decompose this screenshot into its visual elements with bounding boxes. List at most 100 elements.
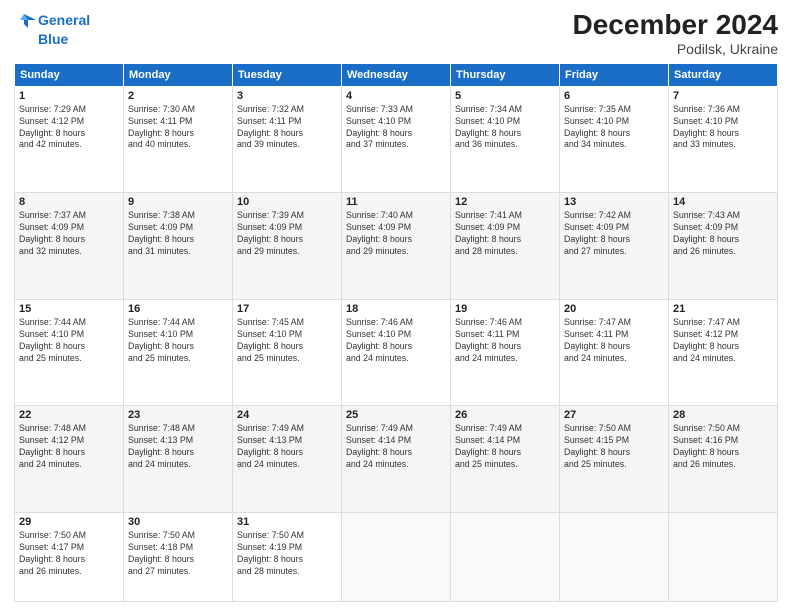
page-title: December 2024 — [573, 10, 778, 41]
cell-content: Sunrise: 7:33 AMSunset: 4:10 PMDaylight:… — [346, 104, 446, 152]
cell-content: Sunrise: 7:42 AMSunset: 4:09 PMDaylight:… — [564, 210, 664, 258]
weekday-header-sunday: Sunday — [15, 63, 124, 86]
cell-content: Sunrise: 7:50 AMSunset: 4:18 PMDaylight:… — [128, 530, 228, 578]
page: General Blue December 2024 Podilsk, Ukra… — [0, 0, 792, 612]
calendar-week-1: 1Sunrise: 7:29 AMSunset: 4:12 PMDaylight… — [15, 86, 778, 193]
cell-content: Sunrise: 7:49 AMSunset: 4:13 PMDaylight:… — [237, 423, 337, 471]
logo: General Blue — [14, 10, 90, 47]
cell-content: Sunrise: 7:46 AMSunset: 4:10 PMDaylight:… — [346, 317, 446, 365]
calendar-cell: 29Sunrise: 7:50 AMSunset: 4:17 PMDayligh… — [15, 512, 124, 601]
day-number: 14 — [673, 196, 773, 208]
day-number: 25 — [346, 409, 446, 421]
weekday-header-tuesday: Tuesday — [233, 63, 342, 86]
calendar-cell: 30 Sunrise: 7:50 AMSunset: 4:18 PMDayligh… — [124, 512, 233, 601]
calendar-cell: 5 Sunrise: 7:34 AMSunset: 4:10 PMDaylight… — [451, 86, 560, 193]
weekday-header-saturday: Saturday — [669, 63, 778, 86]
cell-content: Sunrise: 7:45 AMSunset: 4:10 PMDaylight:… — [237, 317, 337, 365]
day-number: 27 — [564, 409, 664, 421]
day-number: 19 — [455, 303, 555, 315]
day-number: 15 — [19, 303, 119, 315]
day-number: 10 — [237, 196, 337, 208]
calendar-cell: 20Sunrise: 7:47 AMSunset: 4:11 PMDayligh… — [560, 299, 669, 406]
day-number: 26 — [455, 409, 555, 421]
weekday-header-thursday: Thursday — [451, 63, 560, 86]
day-number: 28 — [673, 409, 773, 421]
cell-content: Sunrise: 7:50 AMSunset: 4:17 PMDaylight:… — [19, 530, 119, 578]
calendar-cell: 8 Sunrise: 7:37 AMSunset: 4:09 PMDaylight… — [15, 193, 124, 300]
calendar-cell: 1Sunrise: 7:29 AMSunset: 4:12 PMDaylight… — [15, 86, 124, 193]
calendar-week-5: 29Sunrise: 7:50 AMSunset: 4:17 PMDayligh… — [15, 512, 778, 601]
calendar-cell: 31Sunrise: 7:50 AMSunset: 4:19 PMDayligh… — [233, 512, 342, 601]
calendar-cell: 25 Sunrise: 7:49 AMSunset: 4:14 PMDayligh… — [342, 406, 451, 513]
day-number: 12 — [455, 196, 555, 208]
weekday-header-monday: Monday — [124, 63, 233, 86]
calendar-cell: 3 Sunrise: 7:32 AMSunset: 4:11 PMDaylight… — [233, 86, 342, 193]
title-block: December 2024 Podilsk, Ukraine — [573, 10, 778, 57]
day-number: 5 — [455, 90, 555, 102]
cell-content: Sunrise: 7:34 AMSunset: 4:10 PMDaylight:… — [455, 104, 555, 152]
calendar-cell: 14Sunrise: 7:43 AMSunset: 4:09 PMDayligh… — [669, 193, 778, 300]
calendar-cell: 13 Sunrise: 7:42 AMSunset: 4:09 PMDayligh… — [560, 193, 669, 300]
cell-content: Sunrise: 7:37 AMSunset: 4:09 PMDaylight:… — [19, 210, 119, 258]
header: General Blue December 2024 Podilsk, Ukra… — [14, 10, 778, 57]
cell-content: Sunrise: 7:32 AMSunset: 4:11 PMDaylight:… — [237, 104, 337, 152]
calendar-cell: 9Sunrise: 7:38 AMSunset: 4:09 PMDaylight… — [124, 193, 233, 300]
day-number: 6 — [564, 90, 664, 102]
cell-content: Sunrise: 7:46 AMSunset: 4:11 PMDaylight:… — [455, 317, 555, 365]
calendar-cell: 27 Sunrise: 7:50 AMSunset: 4:15 PMDayligh… — [560, 406, 669, 513]
day-number: 3 — [237, 90, 337, 102]
calendar-table: SundayMondayTuesdayWednesdayThursdayFrid… — [14, 63, 778, 602]
day-number: 4 — [346, 90, 446, 102]
day-number: 16 — [128, 303, 228, 315]
logo-text: General — [14, 10, 90, 32]
calendar-cell: 2Sunrise: 7:30 AMSunset: 4:11 PMDaylight… — [124, 86, 233, 193]
calendar-cell: 21Sunrise: 7:47 AMSunset: 4:12 PMDayligh… — [669, 299, 778, 406]
cell-content: Sunrise: 7:50 AMSunset: 4:16 PMDaylight:… — [673, 423, 773, 471]
calendar-cell: 22Sunrise: 7:48 AMSunset: 4:12 PMDayligh… — [15, 406, 124, 513]
logo-bird-icon — [14, 10, 36, 32]
cell-content: Sunrise: 7:35 AMSunset: 4:10 PMDaylight:… — [564, 104, 664, 152]
calendar-cell: 17 Sunrise: 7:45 AMSunset: 4:10 PMDayligh… — [233, 299, 342, 406]
day-number: 23 — [128, 409, 228, 421]
logo-blue: Blue — [38, 32, 68, 47]
calendar-cell: 10Sunrise: 7:39 AMSunset: 4:09 PMDayligh… — [233, 193, 342, 300]
day-number: 11 — [346, 196, 446, 208]
calendar-week-2: 8 Sunrise: 7:37 AMSunset: 4:09 PMDaylight… — [15, 193, 778, 300]
day-number: 30 — [128, 516, 228, 528]
day-number: 20 — [564, 303, 664, 315]
weekday-header-friday: Friday — [560, 63, 669, 86]
day-number: 24 — [237, 409, 337, 421]
page-subtitle: Podilsk, Ukraine — [573, 41, 778, 57]
day-number: 18 — [346, 303, 446, 315]
day-number: 31 — [237, 516, 337, 528]
cell-content: Sunrise: 7:38 AMSunset: 4:09 PMDaylight:… — [128, 210, 228, 258]
weekday-header-wednesday: Wednesday — [342, 63, 451, 86]
calendar-cell: 6 Sunrise: 7:35 AMSunset: 4:10 PMDaylight… — [560, 86, 669, 193]
calendar-cell — [342, 512, 451, 601]
cell-content: Sunrise: 7:41 AMSunset: 4:09 PMDaylight:… — [455, 210, 555, 258]
cell-content: Sunrise: 7:50 AMSunset: 4:15 PMDaylight:… — [564, 423, 664, 471]
calendar-cell: 23Sunrise: 7:48 AMSunset: 4:13 PMDayligh… — [124, 406, 233, 513]
calendar-cell: 18 Sunrise: 7:46 AMSunset: 4:10 PMDayligh… — [342, 299, 451, 406]
calendar-cell: 12 Sunrise: 7:41 AMSunset: 4:09 PMDayligh… — [451, 193, 560, 300]
day-number: 2 — [128, 90, 228, 102]
calendar-cell: 19 Sunrise: 7:46 AMSunset: 4:11 PMDayligh… — [451, 299, 560, 406]
calendar-cell: 4 Sunrise: 7:33 AMSunset: 4:10 PMDaylight… — [342, 86, 451, 193]
day-number: 7 — [673, 90, 773, 102]
calendar-week-3: 15Sunrise: 7:44 AMSunset: 4:10 PMDayligh… — [15, 299, 778, 406]
cell-content: Sunrise: 7:49 AMSunset: 4:14 PMDaylight:… — [455, 423, 555, 471]
cell-content: Sunrise: 7:49 AMSunset: 4:14 PMDaylight:… — [346, 423, 446, 471]
day-number: 13 — [564, 196, 664, 208]
cell-content: Sunrise: 7:36 AMSunset: 4:10 PMDaylight:… — [673, 104, 773, 152]
calendar-cell: 16Sunrise: 7:44 AMSunset: 4:10 PMDayligh… — [124, 299, 233, 406]
weekday-header-row: SundayMondayTuesdayWednesdayThursdayFrid… — [15, 63, 778, 86]
cell-content: Sunrise: 7:29 AMSunset: 4:12 PMDaylight:… — [19, 104, 119, 152]
calendar-cell — [451, 512, 560, 601]
calendar-cell: 15Sunrise: 7:44 AMSunset: 4:10 PMDayligh… — [15, 299, 124, 406]
calendar-cell — [669, 512, 778, 601]
cell-content: Sunrise: 7:48 AMSunset: 4:12 PMDaylight:… — [19, 423, 119, 471]
calendar-cell: 24 Sunrise: 7:49 AMSunset: 4:13 PMDayligh… — [233, 406, 342, 513]
day-number: 17 — [237, 303, 337, 315]
day-number: 8 — [19, 196, 119, 208]
calendar-cell: 7 Sunrise: 7:36 AMSunset: 4:10 PMDaylight… — [669, 86, 778, 193]
